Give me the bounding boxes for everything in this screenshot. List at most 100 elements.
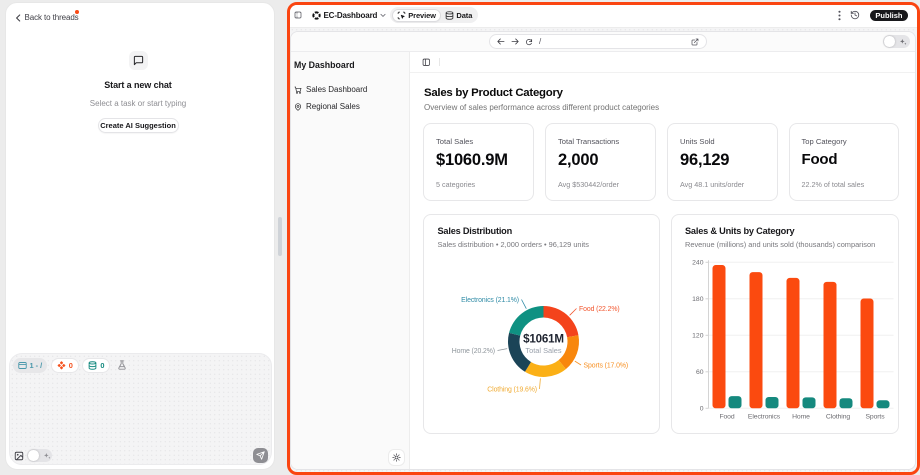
y-tick-label: 240 [692, 259, 704, 266]
panel-left-dashed-icon [294, 11, 302, 19]
database-tab-icon [445, 11, 454, 20]
stat-label: Top Category [802, 137, 887, 146]
external-link-icon[interactable] [691, 38, 699, 46]
attach-image-button[interactable] [14, 451, 24, 461]
publish-button[interactable]: Publish [870, 10, 908, 22]
bar-revenue-millions--sports[interactable] [860, 298, 873, 408]
composer-bottom-row [10, 354, 272, 464]
stat-card-top-category: Top Category Food 22.2% of total sales [789, 123, 900, 201]
create-ai-suggestion-button[interactable]: Create AI Suggestion [98, 118, 179, 133]
bar-units-sold-thousands--home[interactable] [802, 397, 815, 408]
tab-preview[interactable]: Preview [392, 9, 441, 22]
panel-left-icon [422, 58, 431, 67]
history-button[interactable] [850, 10, 860, 20]
sidebar-toggle-button[interactable] [294, 11, 302, 19]
tab-data[interactable]: Data [441, 9, 476, 22]
kebab-menu-icon [838, 10, 841, 21]
bar-chart-svg[interactable]: 060120180240FoodElectronicsHomeClothingS… [672, 215, 900, 434]
preview-ai-toggle[interactable] [883, 35, 910, 48]
chat-panel: Back to threads Start a new chat Select … [5, 2, 275, 470]
bar-revenue-millions--clothing[interactable] [823, 281, 836, 407]
bar-units-sold-thousands--food[interactable] [728, 396, 741, 408]
panel-resize-handle[interactable] [278, 217, 282, 256]
app-logo-icon [312, 11, 321, 20]
chat-composer[interactable]: 1 - / 0 [9, 353, 273, 465]
bar-units-sold-thousands--sports[interactable] [876, 400, 889, 408]
toolbar-left: EC-Dashboard [294, 7, 478, 23]
message-square-icon [133, 55, 144, 66]
y-tick-label: 120 [692, 332, 704, 339]
toolbar-right: Publish [838, 10, 908, 22]
shopping-cart-icon [294, 86, 302, 94]
back-to-threads-link[interactable]: Back to threads [15, 12, 79, 24]
map-pin-icon [294, 103, 302, 111]
bar-units-sold-thousands--electronics[interactable] [765, 396, 778, 407]
bar-chart-card: Sales & Units by Category Revenue (milli… [671, 214, 900, 434]
donut-slice-clothing[interactable] [525, 360, 566, 377]
preview-frame-inner: EC-Dashboard [290, 5, 917, 472]
project-name: EC-Dashboard [324, 11, 378, 20]
refresh-icon[interactable] [525, 38, 533, 46]
stat-value: $1060.9M [436, 151, 521, 170]
preview-pointer-icon [397, 11, 406, 20]
donut-chart-card: Sales Distribution Sales distribution • … [423, 214, 660, 434]
page-subtitle: Overview of sales performance across dif… [424, 103, 659, 112]
project-selector[interactable]: EC-Dashboard [312, 11, 387, 20]
preview-frame: EC-Dashboard [287, 2, 920, 475]
donut-slice-label: Home (20.2%) [452, 348, 495, 355]
sidebar-item-label: Regional Sales [306, 102, 360, 111]
header-divider [439, 58, 440, 66]
bar-revenue-millions--home[interactable] [786, 277, 799, 407]
more-options-button[interactable] [838, 10, 841, 21]
stat-label: Total Transactions [558, 137, 643, 146]
x-category-label: Clothing [825, 413, 849, 420]
stat-value: Food [802, 151, 887, 168]
sidebar-item-sales-dashboard[interactable]: Sales Dashboard [293, 82, 405, 97]
sidebar-item-regional-sales[interactable]: Regional Sales [293, 99, 405, 114]
dashboard-header [410, 52, 916, 73]
chat-bubble-box [129, 51, 148, 70]
sidebar-item-label: Sales Dashboard [306, 85, 367, 94]
nav-back-icon[interactable] [497, 38, 505, 45]
donut-slice-label: Sports (17.0%) [584, 362, 629, 369]
donut-label-line [540, 378, 541, 389]
x-category-label: Food [719, 413, 734, 420]
url-bar[interactable]: / [489, 34, 707, 50]
dashboard-sidebar-heading: My Dashboard [294, 60, 355, 70]
y-tick-label: 0 [699, 405, 703, 412]
donut-slice-label: Food (22.2%) [579, 306, 620, 313]
x-category-label: Home [792, 413, 810, 420]
view-mode-tabs: Preview Data [390, 7, 478, 23]
toggle-knob [28, 450, 39, 461]
donut-slice-electronics[interactable] [509, 306, 543, 336]
tab-data-label: Data [456, 11, 472, 20]
stat-sub: Avg $530442/order [558, 180, 619, 189]
tab-preview-label: Preview [408, 11, 436, 20]
browser-card: / [290, 31, 916, 471]
x-category-label: Electronics [747, 413, 780, 420]
donut-label-line [570, 308, 577, 315]
dashboard-main: Sales by Product Category Overview of sa… [410, 52, 916, 470]
bar-revenue-millions--food[interactable] [712, 265, 725, 408]
theme-toggle-button[interactable] [388, 449, 405, 466]
donut-chart-svg[interactable]: Food (22.2%)Sports (17.0%)Clothing (19.6… [424, 215, 660, 434]
send-button[interactable] [253, 448, 269, 463]
stat-card-total-transactions: Total Transactions 2,000 Avg $530442/ord… [545, 123, 656, 201]
browser-url-row: / [291, 32, 915, 53]
bar-units-sold-thousands--clothing[interactable] [839, 398, 852, 408]
sparkles-icon [899, 38, 907, 46]
sparkles-icon [43, 452, 51, 460]
ai-mode-toggle[interactable] [27, 449, 52, 462]
nav-forward-icon[interactable] [511, 38, 519, 45]
dashboard-sidebar-toggle[interactable] [422, 58, 431, 67]
bar-revenue-millions--electronics[interactable] [749, 272, 762, 408]
dashboard-sidebar: My Dashboard Sales Dashboard [291, 52, 410, 470]
send-icon [256, 451, 265, 460]
chevron-down-icon [380, 13, 386, 18]
stat-sub: Avg 48.1 units/order [680, 180, 744, 189]
donut-center-value: $1061M [523, 332, 564, 345]
donut-label-line [498, 348, 508, 350]
url-path[interactable]: / [539, 37, 685, 46]
donut-slice-label: Electronics (21.1%) [461, 297, 519, 304]
chevron-left-icon [15, 14, 21, 22]
